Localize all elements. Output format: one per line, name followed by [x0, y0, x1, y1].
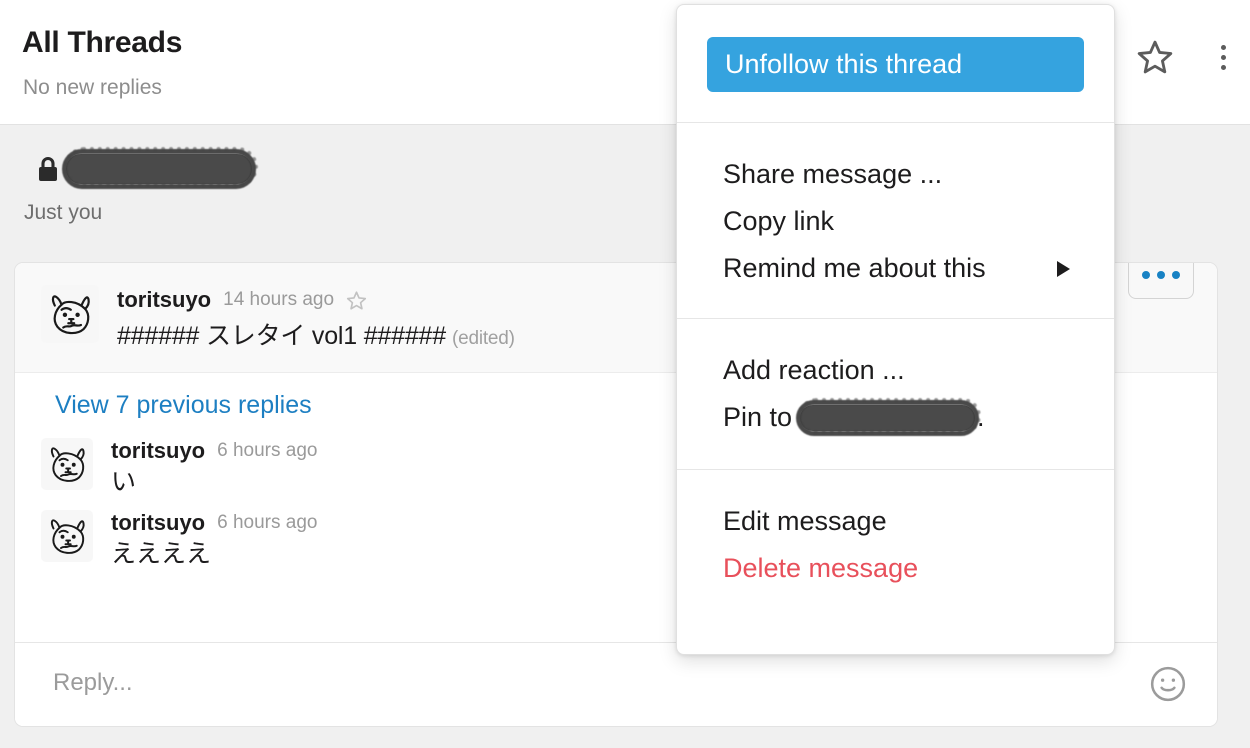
message-more-actions-button[interactable] — [1128, 263, 1194, 299]
reply-body: toritsuyo 6 hours ago い — [111, 438, 317, 498]
avatar — [41, 438, 93, 490]
avatar — [41, 510, 93, 562]
parent-message-body: toritsuyo 14 hours ago ###### スレタイ vol1 … — [117, 285, 515, 352]
page-title: All Threads — [22, 26, 183, 59]
reply-text: い — [111, 468, 137, 496]
reply-author[interactable]: toritsuyo — [111, 510, 205, 536]
reply-timestamp[interactable]: 6 hours ago — [217, 512, 317, 534]
menu-section-share: Share message ... Copy link Remind me ab… — [677, 123, 1114, 319]
message-context-menu: Unfollow this thread Share message ... C… — [676, 4, 1115, 655]
edited-label: (edited) — [451, 328, 515, 349]
channel-name-row — [36, 154, 252, 184]
message-author[interactable]: toritsuyo — [117, 287, 211, 313]
redacted-channel-name — [66, 154, 252, 184]
menu-item-share-message[interactable]: Share message ... — [677, 151, 1114, 198]
reply-body: toritsuyo 6 hours ago ええええ — [111, 510, 317, 570]
kebab-menu-icon[interactable] — [1202, 36, 1244, 78]
redacted-channel-name — [800, 404, 976, 431]
menu-item-edit-message[interactable]: Edit message — [677, 498, 1114, 545]
menu-section-actions: Add reaction ... Pin to . — [677, 319, 1114, 470]
view-previous-replies-link[interactable]: View 7 previous replies — [55, 391, 312, 420]
menu-section-follow: Unfollow this thread — [677, 5, 1114, 123]
menu-item-remind-me[interactable]: Remind me about this — [677, 245, 1114, 292]
parent-message-meta: toritsuyo 14 hours ago — [117, 287, 515, 313]
message-text-row: ###### スレタイ vol1 ###### (edited) — [117, 316, 515, 352]
smiley-face-icon[interactable] — [1149, 665, 1187, 703]
channel-members-label: Just you — [24, 201, 103, 224]
reply-author[interactable]: toritsuyo — [111, 438, 205, 464]
menu-item-label: Pin to — [723, 402, 793, 432]
thread-view-app: All Threads No new replies Just you tori… — [0, 0, 1250, 748]
menu-item-add-reaction[interactable]: Add reaction ... — [677, 347, 1114, 394]
star-outline-icon[interactable] — [346, 290, 367, 311]
reply-meta: toritsuyo 6 hours ago — [111, 438, 317, 464]
lock-icon — [36, 156, 60, 182]
page-subtitle: No new replies — [23, 76, 162, 99]
menu-section-edit: Edit message Delete message — [677, 470, 1114, 628]
menu-item-label: Remind me about this — [723, 253, 986, 283]
menu-item-delete-message[interactable]: Delete message — [677, 545, 1114, 592]
menu-item-copy-link[interactable]: Copy link — [677, 198, 1114, 245]
star-icon[interactable] — [1134, 36, 1176, 78]
reply-timestamp[interactable]: 6 hours ago — [217, 440, 317, 462]
chevron-right-icon — [1057, 260, 1070, 277]
reply-text: ええええ — [111, 540, 212, 568]
reply-meta: toritsuyo 6 hours ago — [111, 510, 317, 536]
avatar — [41, 285, 99, 343]
message-timestamp[interactable]: 14 hours ago — [223, 289, 334, 311]
reply-input-placeholder[interactable]: Reply... — [53, 669, 133, 697]
menu-item-pin-to-channel[interactable]: Pin to . — [677, 394, 1114, 441]
menu-item-unfollow-thread[interactable]: Unfollow this thread — [707, 37, 1084, 92]
message-text: ###### スレタイ vol1 ###### — [117, 322, 446, 350]
